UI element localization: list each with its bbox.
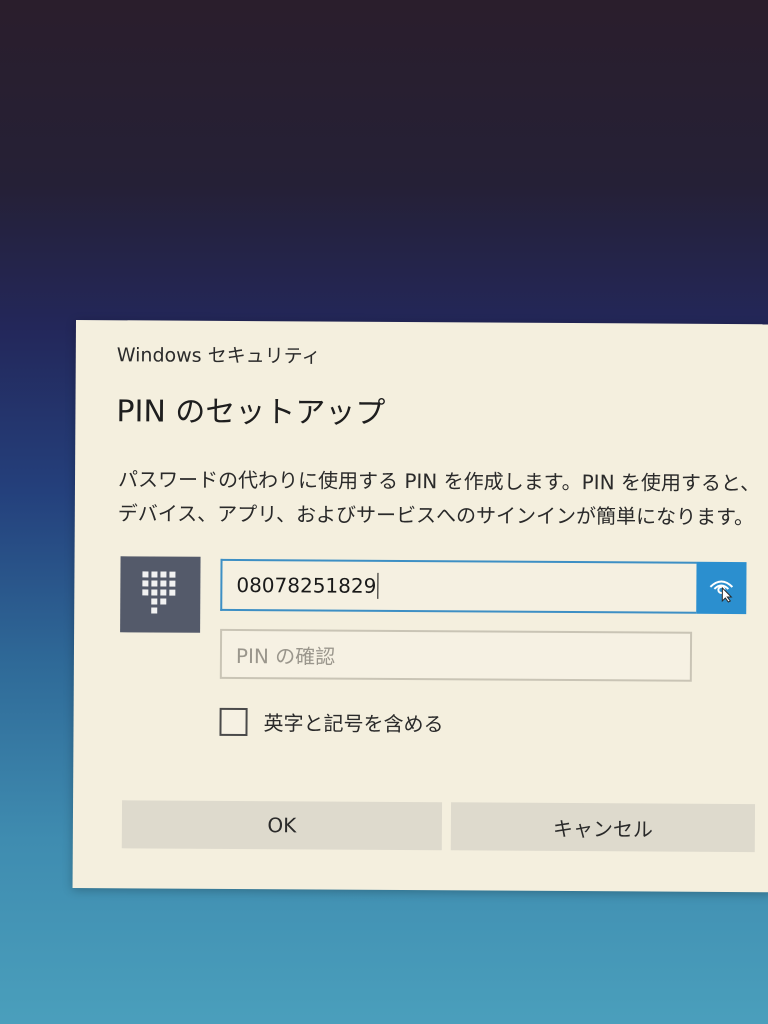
description-line-1: パスワードの代わりに使用する PIN を作成します。PIN を使用すると、: [117, 467, 761, 496]
pin-setup-dialog: Windows セキュリティ PIN のセットアップ パスワードの代わりに使用す…: [72, 320, 768, 893]
reveal-password-icon: [709, 580, 734, 603]
include-letters-symbols-checkbox[interactable]: [219, 707, 248, 736]
include-letters-symbols-option[interactable]: 英字と記号を含める: [219, 707, 444, 737]
pin-input-value: 08078251829: [236, 572, 377, 598]
dialog-title: PIN のセットアップ: [116, 394, 386, 431]
reveal-pin-button[interactable]: [696, 561, 747, 615]
window-caption: Windows セキュリティ: [116, 344, 321, 368]
confirm-pin-input[interactable]: PIN の確認: [219, 628, 693, 682]
checkbox-label: 英字と記号を含める: [263, 711, 444, 737]
dialog-description: パスワードの代わりに使用する PIN を作成します。PIN を使用すると、 デバ…: [118, 462, 768, 534]
pin-input[interactable]: 08078251829: [220, 558, 697, 614]
description-line-2: デバイス、アプリ、およびサービスへのサインインが簡単になります。: [117, 501, 755, 530]
ok-button[interactable]: OK: [121, 800, 443, 851]
cancel-button[interactable]: キャンセル: [450, 802, 756, 853]
keypad-icon: [120, 556, 201, 633]
text-caret: [377, 572, 379, 599]
